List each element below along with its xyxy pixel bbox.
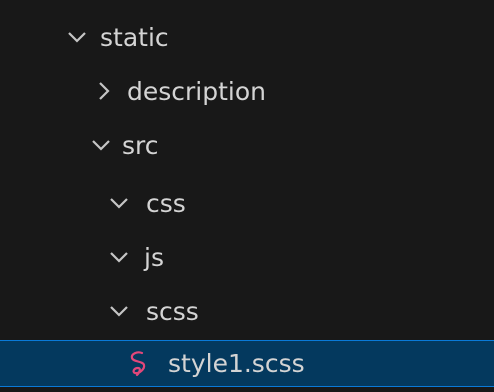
chevron-down-icon[interactable]	[108, 300, 130, 322]
chevron-down-icon[interactable]	[108, 246, 130, 268]
tree-item-label: style1.scss	[168, 349, 305, 378]
file-explorer-tree: static description src css js scss style…	[0, 0, 494, 392]
chevron-right-icon[interactable]	[93, 80, 115, 102]
tree-item-label: scss	[146, 296, 199, 326]
tree-item-label: static	[100, 22, 169, 52]
tree-item-label: src	[122, 130, 159, 160]
tree-item-label: description	[127, 76, 267, 106]
sass-file-icon	[128, 350, 150, 378]
tree-item-static[interactable]: static	[0, 10, 494, 64]
tree-item-js[interactable]: js	[0, 230, 494, 284]
tree-item-scss[interactable]: scss	[0, 284, 494, 338]
chevron-down-icon[interactable]	[90, 134, 112, 156]
chevron-down-icon[interactable]	[108, 192, 130, 214]
tree-item-src[interactable]: src	[0, 118, 494, 172]
chevron-down-icon[interactable]	[66, 26, 88, 48]
tree-item-description[interactable]: description	[0, 64, 494, 118]
tree-item-style1-scss[interactable]: style1.scss	[0, 340, 494, 387]
tree-item-label: css	[146, 188, 186, 218]
tree-item-css[interactable]: css	[0, 176, 494, 230]
tree-item-label: js	[144, 242, 164, 272]
